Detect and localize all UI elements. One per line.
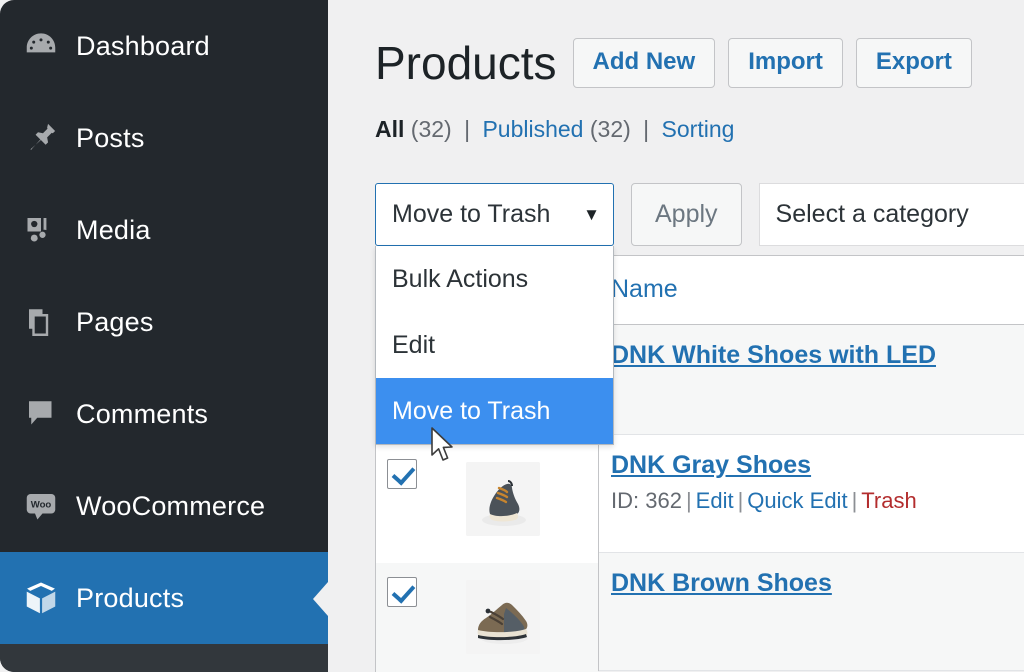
sidebar-item-label: Posts <box>76 122 145 153</box>
bulk-actions-toolbar: Move to Trash ▼ Apply Select a category <box>375 183 1024 246</box>
page-header: Products Add New Import Export <box>328 0 1024 88</box>
sidebar-item-label: Products <box>76 582 185 613</box>
dropdown-option-label: Bulk Actions <box>392 264 529 293</box>
trash-link[interactable]: Trash <box>861 488 916 513</box>
row-actions-sep: | <box>851 488 858 513</box>
filter-sorting-label[interactable]: Sorting <box>662 116 735 142</box>
sidebar-submenu-products: All Products Add New <box>0 644 328 672</box>
filter-published-label[interactable]: Published <box>482 116 583 142</box>
category-select[interactable]: Select a category <box>758 183 1024 246</box>
filter-all-count: (32) <box>410 116 452 142</box>
product-thumbnail <box>466 462 540 536</box>
sidebar-item-label: Comments <box>76 398 209 429</box>
sidebar-item-label: Media <box>76 214 151 245</box>
sidebar-item-comments[interactable]: Comments <box>0 368 328 460</box>
row-actions-sep: | <box>737 488 744 513</box>
filter-all-label[interactable]: All <box>375 116 404 142</box>
sidebar-item-all-products[interactable]: All Products <box>0 658 328 672</box>
dropdown-option-bulk-actions[interactable]: Bulk Actions <box>376 246 613 312</box>
filter-separator: | <box>643 116 650 142</box>
sidebar-item-media[interactable]: Media <box>0 184 328 276</box>
sidebar-current-arrow <box>312 582 328 616</box>
sidebar-item-dashboard[interactable]: Dashboard <box>0 0 328 92</box>
product-title-link[interactable]: DNK Gray Shoes <box>611 451 1024 480</box>
woo-icon: Woo <box>18 483 64 529</box>
product-name-cell: DNK White Shoes with LED <box>599 325 1024 384</box>
bulk-actions-dropdown-list: Bulk Actions Edit Move to Trash <box>375 246 614 445</box>
sidebar-item-products[interactable]: Products <box>0 552 328 644</box>
main-content: Products Add New Import Export All (32) … <box>328 0 1024 672</box>
products-table: Name DNK White Shoes with LED DNK Gray S… <box>598 255 1024 671</box>
table-row: DNK White Shoes with LED <box>599 325 1024 435</box>
dashboard-icon <box>18 23 64 69</box>
dropdown-option-edit[interactable]: Edit <box>376 312 613 378</box>
pages-icon <box>18 299 64 345</box>
product-id-label: ID: 362 <box>611 488 682 513</box>
sidebar-item-pages[interactable]: Pages <box>0 276 328 368</box>
chevron-down-icon: ▼ <box>583 204 600 224</box>
bulk-actions-selected-value: Move to Trash <box>392 200 551 228</box>
page-title: Products <box>375 37 557 89</box>
product-name-cell: DNK Brown Shoes <box>599 553 1024 612</box>
svg-text:Woo: Woo <box>31 500 52 511</box>
edit-link[interactable]: Edit <box>696 488 734 513</box>
row-select-checkbox[interactable] <box>387 577 417 607</box>
table-row: DNK Brown Shoes <box>599 553 1024 671</box>
product-name-cell: DNK Gray Shoes ID: 362 | Edit | Quick Edit | T… <box>599 435 1024 528</box>
mouse-cursor <box>431 427 457 470</box>
status-filter-links: All (32) | Published (32) | Sorting <box>328 88 1024 143</box>
comments-icon <box>18 391 64 437</box>
products-box-icon <box>18 575 64 621</box>
pin-icon <box>18 115 64 161</box>
apply-button[interactable]: Apply <box>631 183 742 246</box>
sidebar-item-label: Pages <box>76 306 154 337</box>
bulk-actions-select[interactable]: Move to Trash ▼ <box>375 183 614 246</box>
sidebar-item-label: WooCommerce <box>76 490 266 521</box>
category-selected-value: Select a category <box>775 200 969 228</box>
product-thumbnail <box>466 580 540 654</box>
table-header-row: Name <box>599 256 1024 325</box>
row-actions-sep: | <box>685 488 692 513</box>
row-actions: ID: 362 | Edit | Quick Edit | Trash <box>611 488 1024 514</box>
dropdown-option-move-to-trash[interactable]: Move to Trash <box>376 378 613 444</box>
dropdown-option-label: Edit <box>392 330 436 359</box>
sidebar-subitem-label: All Products <box>46 668 181 672</box>
media-icon <box>18 207 64 253</box>
add-new-button[interactable]: Add New <box>572 38 716 88</box>
sidebar-item-label: Dashboard <box>76 30 210 61</box>
product-title-link[interactable]: DNK Brown Shoes <box>611 569 1024 598</box>
import-button[interactable]: Import <box>728 38 843 88</box>
admin-sidebar: Dashboard Posts Media Pages Comments Woo… <box>0 0 328 672</box>
dropdown-option-label: Move to Trash <box>392 396 551 425</box>
row-select-checkbox[interactable] <box>387 459 417 489</box>
sidebar-item-posts[interactable]: Posts <box>0 92 328 184</box>
filter-separator: | <box>464 116 471 142</box>
quick-edit-link[interactable]: Quick Edit <box>747 488 847 513</box>
filter-published-count: (32) <box>589 116 631 142</box>
wordpress-admin-screen: Dashboard Posts Media Pages Comments Woo… <box>0 0 1024 672</box>
product-title-link[interactable]: DNK White Shoes with LED <box>611 341 1024 370</box>
sidebar-item-woocommerce[interactable]: Woo WooCommerce <box>0 460 328 552</box>
export-button[interactable]: Export <box>855 38 972 88</box>
table-row: DNK Gray Shoes ID: 362 | Edit | Quick Edit | T… <box>599 435 1024 553</box>
